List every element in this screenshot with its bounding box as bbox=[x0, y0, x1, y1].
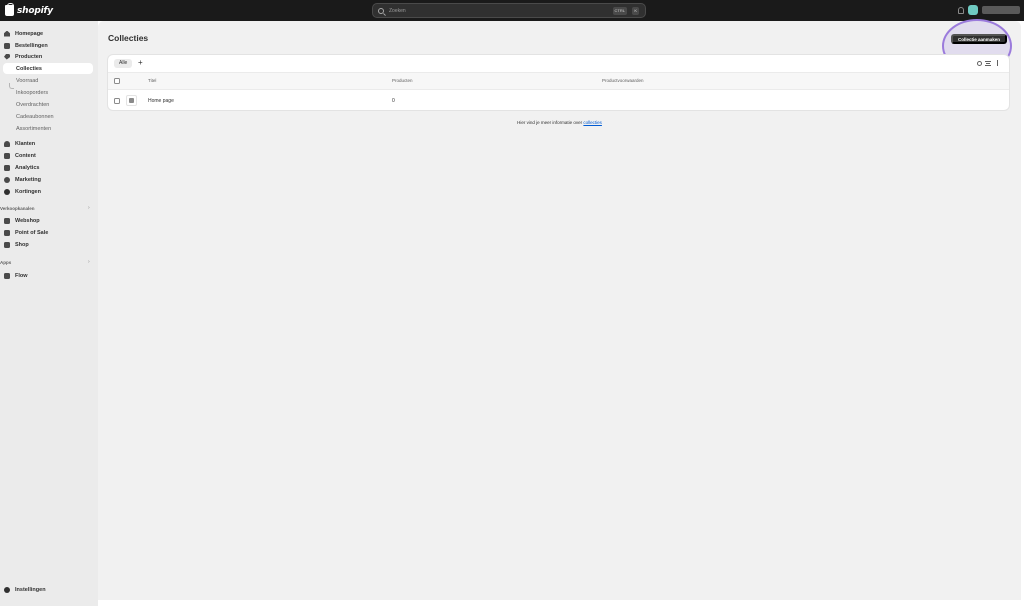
top-bar: shopify Zoeken CTRL K bbox=[0, 0, 1024, 21]
search-placeholder: Zoeken bbox=[389, 7, 406, 14]
store-icon bbox=[4, 217, 10, 224]
sidebar-item-label: Flow bbox=[15, 272, 28, 279]
sidebar-item-label: Content bbox=[15, 152, 36, 159]
shortcut-k: K bbox=[632, 7, 639, 15]
row-products: 0 bbox=[392, 98, 395, 104]
marketing-icon bbox=[4, 176, 10, 183]
sidebar-subitem-cadeaubonnen[interactable]: Cadeaubonnen bbox=[16, 111, 54, 122]
shop-icon bbox=[4, 241, 10, 248]
help-link-collecties[interactable]: collecties bbox=[583, 120, 602, 125]
column-header-title[interactable]: Titel bbox=[148, 78, 156, 83]
home-icon bbox=[4, 30, 10, 37]
sidebar-subitem-voorraad[interactable]: Voorraad bbox=[16, 75, 38, 86]
column-header-products: Producten bbox=[392, 78, 413, 83]
sidebar-item-bestellingen[interactable]: Bestellingen bbox=[4, 40, 48, 51]
store-name-redacted[interactable] bbox=[982, 6, 1020, 14]
sidebar-item-klanten[interactable]: Klanten bbox=[4, 138, 35, 149]
sidebar-subitem-inkooporders[interactable]: Inkooporders bbox=[16, 87, 48, 98]
store-avatar[interactable] bbox=[968, 5, 978, 15]
collection-thumbnail bbox=[126, 95, 137, 106]
shopify-bag-icon bbox=[5, 3, 14, 16]
search-icon bbox=[378, 7, 384, 14]
flow-icon bbox=[4, 272, 10, 279]
tabs-row: Alle + bbox=[108, 55, 1009, 73]
sidebar-item-analytics[interactable]: Analytics bbox=[4, 162, 39, 173]
add-view-button[interactable]: + bbox=[138, 58, 143, 68]
chevron-right-icon[interactable]: › bbox=[88, 205, 90, 211]
sidebar-item-homepage[interactable]: Homepage bbox=[4, 28, 43, 39]
sidebar-item-marketing[interactable]: Marketing bbox=[4, 174, 41, 185]
select-all-checkbox[interactable] bbox=[114, 78, 120, 84]
table-tools bbox=[977, 60, 1001, 66]
shopify-logo[interactable]: shopify bbox=[5, 3, 53, 17]
bell-icon[interactable] bbox=[958, 6, 964, 14]
row-title[interactable]: Home page bbox=[148, 98, 174, 104]
page-title: Collecties bbox=[108, 33, 149, 43]
filter-icon[interactable] bbox=[985, 60, 991, 66]
section-label-apps: Apps bbox=[0, 260, 12, 265]
inbox-icon bbox=[4, 42, 10, 49]
discount-icon bbox=[4, 188, 10, 195]
analytics-icon bbox=[4, 164, 10, 171]
sidebar-item-content[interactable]: Content bbox=[4, 150, 36, 161]
sort-icon[interactable] bbox=[997, 60, 1001, 66]
row-checkbox[interactable] bbox=[114, 98, 120, 104]
image-icon bbox=[129, 98, 134, 103]
sidebar-item-label: Marketing bbox=[15, 176, 41, 183]
sidebar-item-label: Point of Sale bbox=[15, 229, 49, 236]
sidebar-item-instellingen[interactable]: Instellingen bbox=[4, 587, 46, 593]
sidebar-item-label: Klanten bbox=[15, 140, 36, 147]
pos-icon bbox=[4, 229, 10, 236]
sidebar-item-label: Homepage bbox=[15, 30, 44, 37]
table-header: Titel Producten Productvoorwaarden bbox=[108, 73, 1009, 90]
gear-icon bbox=[4, 587, 10, 593]
logo-text: shopify bbox=[17, 5, 53, 16]
sidebar-item-collecties[interactable]: Collecties bbox=[3, 63, 93, 74]
sidebar-item-label: Producten bbox=[15, 53, 43, 60]
main-content: Collecties Collectie aanmaken Alle + Tit… bbox=[98, 19, 1021, 600]
sidebar: Homepage Bestellingen Producten Collecti… bbox=[0, 21, 98, 606]
sidebar-subitem-assortimenten[interactable]: Assortimenten bbox=[16, 123, 51, 134]
sidebar-item-label: Analytics bbox=[15, 164, 40, 171]
search-bar[interactable]: Zoeken CTRL K bbox=[372, 3, 646, 18]
chevron-right-icon[interactable]: › bbox=[88, 259, 90, 265]
shortcut-ctrl: CTRL bbox=[612, 7, 627, 15]
column-header-conditions: Productvoorwaarden bbox=[602, 78, 644, 83]
sidebar-item-point-of-sale[interactable]: Point of Sale bbox=[4, 227, 48, 238]
help-text: Hier vind je meer informatie over collec… bbox=[98, 120, 1021, 125]
sidebar-item-producten[interactable]: Producten bbox=[4, 51, 42, 62]
account-area bbox=[958, 5, 1020, 15]
tab-alle[interactable]: Alle bbox=[114, 59, 133, 68]
search-filter-icon[interactable] bbox=[977, 60, 982, 66]
section-label-verkoopkanalen: Verkoopkanalen bbox=[0, 206, 35, 211]
create-collection-button[interactable]: Collectie aanmaken bbox=[951, 34, 1007, 44]
content-icon bbox=[4, 152, 10, 159]
sidebar-item-label: Webshop bbox=[15, 217, 40, 224]
help-text-prefix: Hier vind je meer informatie over bbox=[517, 120, 583, 125]
subnav-connector bbox=[9, 83, 14, 89]
sidebar-item-label: Collecties bbox=[16, 65, 42, 72]
sidebar-item-label: Shop bbox=[15, 241, 29, 248]
collections-card: Alle + Titel Producten Productvoorwaarde… bbox=[108, 55, 1009, 110]
table-row[interactable]: Home page 0 bbox=[108, 91, 1009, 110]
sidebar-item-label: Bestellingen bbox=[15, 42, 48, 49]
person-icon bbox=[4, 140, 10, 147]
sidebar-item-shop[interactable]: Shop bbox=[4, 239, 29, 250]
sidebar-item-webshop[interactable]: Webshop bbox=[4, 215, 40, 226]
sidebar-item-label: Instellingen bbox=[15, 587, 46, 593]
tag-icon bbox=[4, 53, 10, 60]
sidebar-item-flow[interactable]: Flow bbox=[4, 270, 28, 281]
sidebar-subitem-overdrachten[interactable]: Overdrachten bbox=[16, 99, 49, 110]
sidebar-item-label: Kortingen bbox=[15, 188, 41, 195]
sidebar-item-kortingen[interactable]: Kortingen bbox=[4, 186, 41, 197]
